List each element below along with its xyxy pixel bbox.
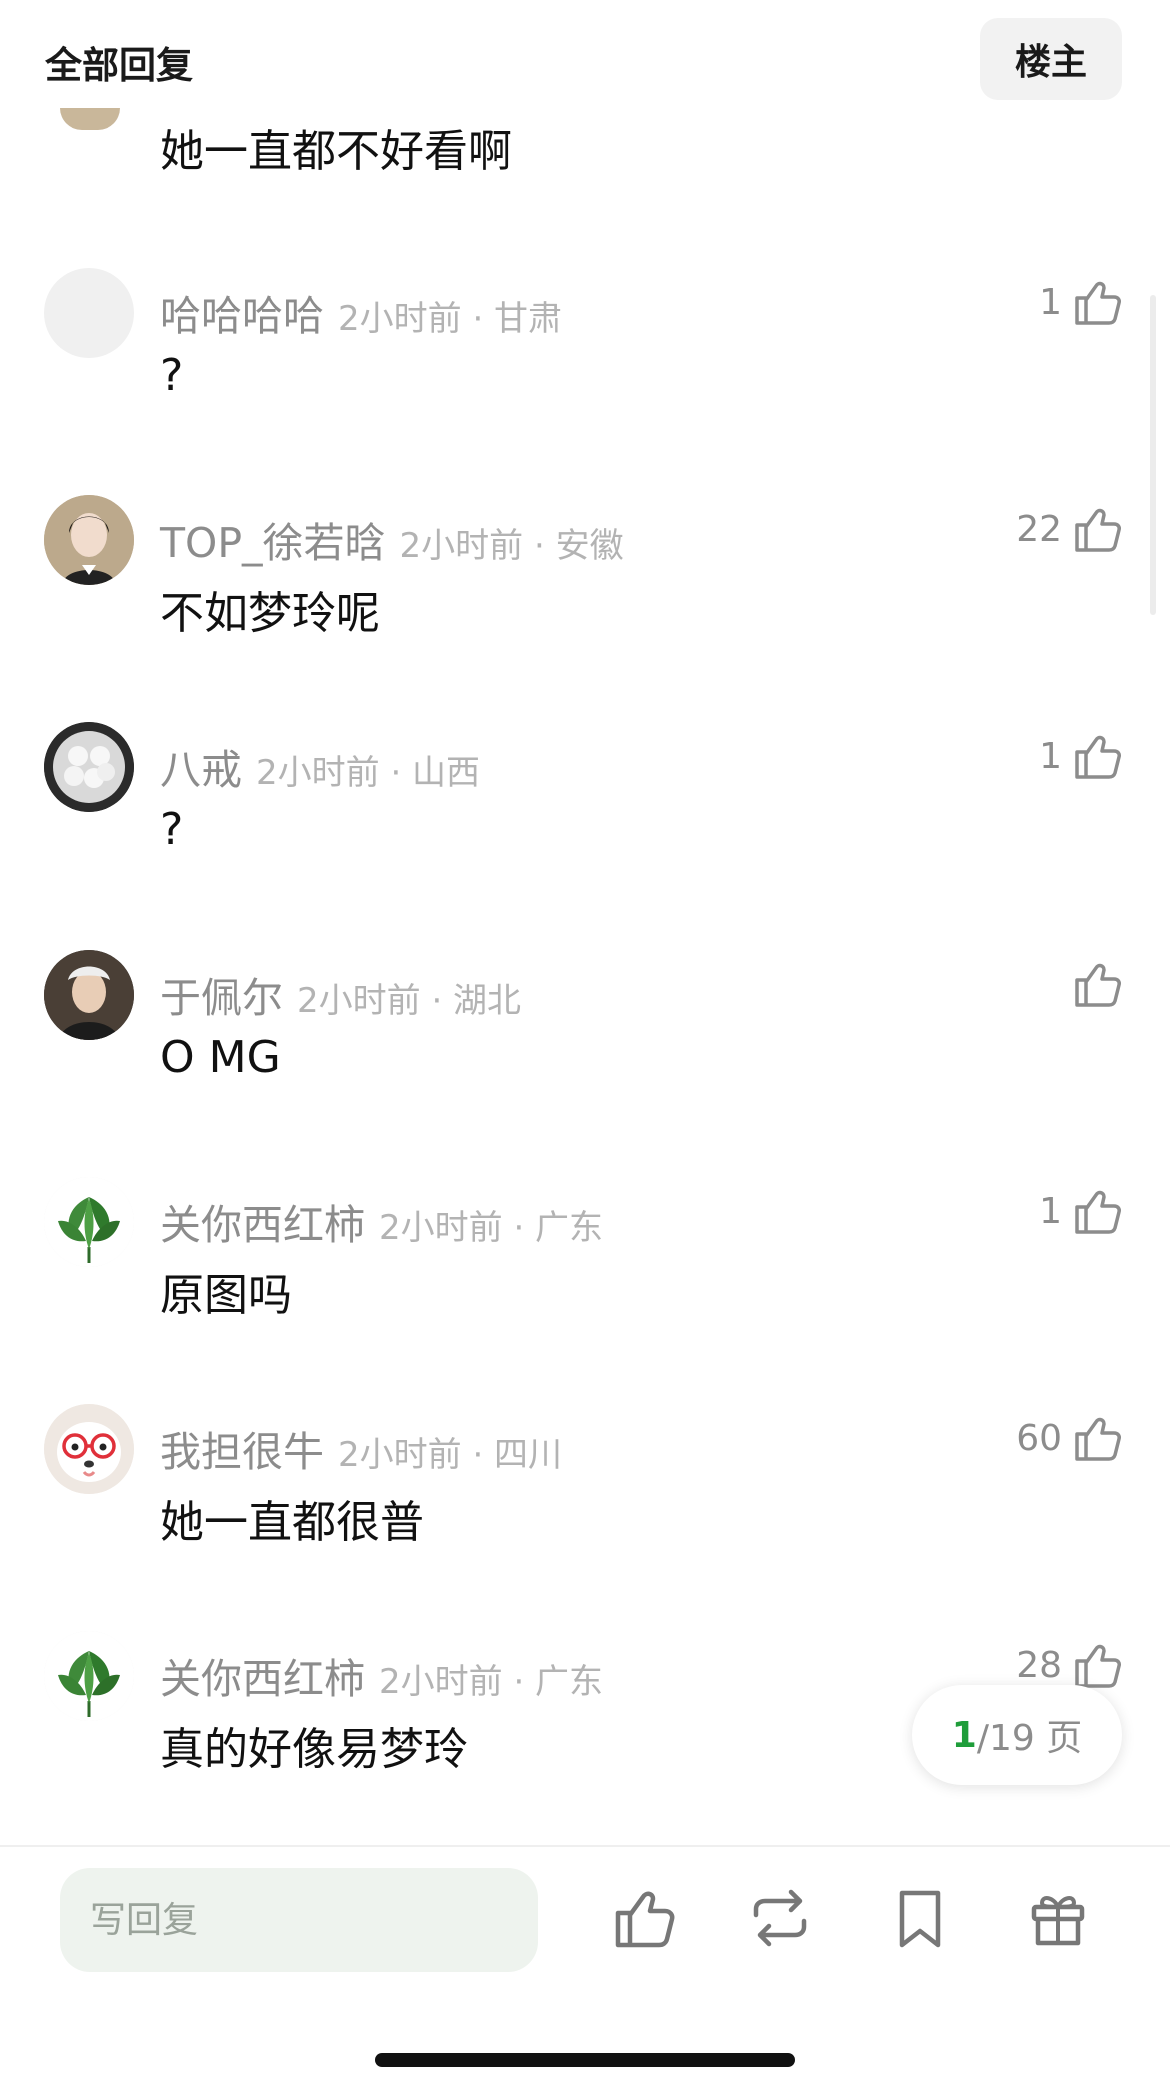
time-location: 2小时前 · 广东 — [379, 1208, 604, 1248]
op-filter-button[interactable]: 楼主 — [980, 18, 1122, 100]
thumbs-up-icon — [1075, 508, 1121, 552]
comment-item: 八戒 2小时前 · 山西 1 ? — [0, 722, 1170, 922]
comment-text: 她一直都很普 — [160, 1497, 424, 1548]
username[interactable]: 八戒 — [160, 746, 242, 794]
username[interactable]: TOP_徐若晗 — [160, 519, 386, 567]
partial-avatar[interactable] — [60, 108, 120, 130]
comment-item: 关你西红柿 2小时前 · 广东 1 原图吗 — [0, 1177, 1170, 1377]
gift-icon[interactable] — [1026, 1885, 1090, 1951]
comment-meta: 八戒 2小时前 · 山西 — [160, 736, 480, 796]
username[interactable]: 哈哈哈哈 — [160, 292, 324, 340]
thumbs-up-icon — [1075, 1190, 1121, 1234]
comment-item: 我担很牛 2小时前 · 四川 60 她一直都很普 — [0, 1404, 1170, 1604]
username[interactable]: 关你西红柿 — [160, 1655, 365, 1703]
comment-item: 哈哈哈哈 2小时前 · 甘肃 1 ? — [0, 268, 1170, 468]
comment-meta: 哈哈哈哈 2小时前 · 甘肃 — [160, 282, 562, 342]
like-button[interactable]: 1 — [1039, 276, 1122, 328]
comment-item: 于佩尔 2小时前 · 湖北 O MG — [0, 950, 1170, 1150]
like-button[interactable]: 22 — [1016, 503, 1122, 555]
avatar[interactable] — [44, 1631, 134, 1721]
thumbs-up-icon — [1075, 1644, 1121, 1688]
avatar[interactable] — [44, 950, 134, 1040]
avatar[interactable] — [44, 1177, 134, 1267]
thumbs-up-icon[interactable] — [612, 1885, 676, 1951]
username[interactable]: 我担很牛 — [160, 1428, 324, 1476]
repost-icon[interactable] — [748, 1885, 812, 1951]
like-button[interactable]: 1 — [1039, 1185, 1122, 1237]
comment-text: 她一直都不好看啊 — [160, 126, 512, 177]
page-indicator[interactable]: 1/19 页 — [912, 1685, 1122, 1785]
like-count: 1 — [1039, 735, 1062, 777]
like-button[interactable]: 60 — [1016, 1412, 1122, 1464]
divider — [0, 1845, 1170, 1847]
comment-meta: 我担很牛 2小时前 · 四川 — [160, 1418, 562, 1478]
like-count: 22 — [1016, 508, 1062, 550]
like-count: 1 — [1039, 281, 1062, 323]
comment-text: ? — [160, 350, 184, 401]
time-location: 2小时前 · 湖北 — [297, 981, 522, 1021]
time-location: 2小时前 · 四川 — [338, 1435, 563, 1475]
like-count: 60 — [1016, 1417, 1062, 1459]
comment-meta: 关你西红柿 2小时前 · 广东 — [160, 1645, 603, 1705]
comment-meta: 关你西红柿 2小时前 · 广东 — [160, 1191, 603, 1251]
username[interactable]: 关你西红柿 — [160, 1201, 365, 1249]
comment-meta: 于佩尔 2小时前 · 湖北 — [160, 964, 521, 1024]
comment-text: 原图吗 — [160, 1270, 292, 1321]
avatar[interactable] — [44, 722, 134, 812]
comment-text: 不如梦玲呢 — [160, 588, 380, 639]
current-page: 1 — [951, 1714, 977, 1756]
thumbs-up-icon — [1075, 281, 1121, 325]
like-button[interactable]: 1 — [1039, 730, 1122, 782]
comment-text: ? — [160, 804, 184, 855]
time-location: 2小时前 · 安徽 — [399, 526, 624, 566]
avatar[interactable] — [44, 1404, 134, 1494]
comment-item: TOP_徐若晗 2小时前 · 安徽 22 不如梦玲呢 — [0, 495, 1170, 695]
like-button[interactable]: 28 — [1016, 1639, 1122, 1691]
comment-text: 真的好像易梦玲 — [160, 1724, 468, 1775]
like-count: 1 — [1039, 1190, 1062, 1232]
thumbs-up-icon — [1075, 735, 1121, 779]
avatar[interactable] — [44, 268, 134, 358]
thumbs-up-icon — [1075, 963, 1121, 1007]
comment-text: O MG — [160, 1032, 281, 1083]
comment-meta: TOP_徐若晗 2小时前 · 安徽 — [160, 509, 624, 569]
total-pages: /19 页 — [976, 1718, 1083, 1759]
avatar[interactable] — [44, 495, 134, 585]
home-indicator[interactable] — [375, 2053, 795, 2067]
reply-input[interactable] — [60, 1868, 538, 1972]
time-location: 2小时前 · 山西 — [256, 753, 481, 793]
like-button[interactable] — [1062, 958, 1122, 1010]
username[interactable]: 于佩尔 — [160, 974, 283, 1022]
like-count: 28 — [1016, 1644, 1062, 1686]
thumbs-up-icon — [1075, 1417, 1121, 1461]
bookmark-icon[interactable] — [888, 1885, 952, 1951]
header-title: 全部回复 — [45, 44, 193, 87]
time-location: 2小时前 · 甘肃 — [338, 299, 563, 339]
time-location: 2小时前 · 广东 — [379, 1662, 604, 1702]
